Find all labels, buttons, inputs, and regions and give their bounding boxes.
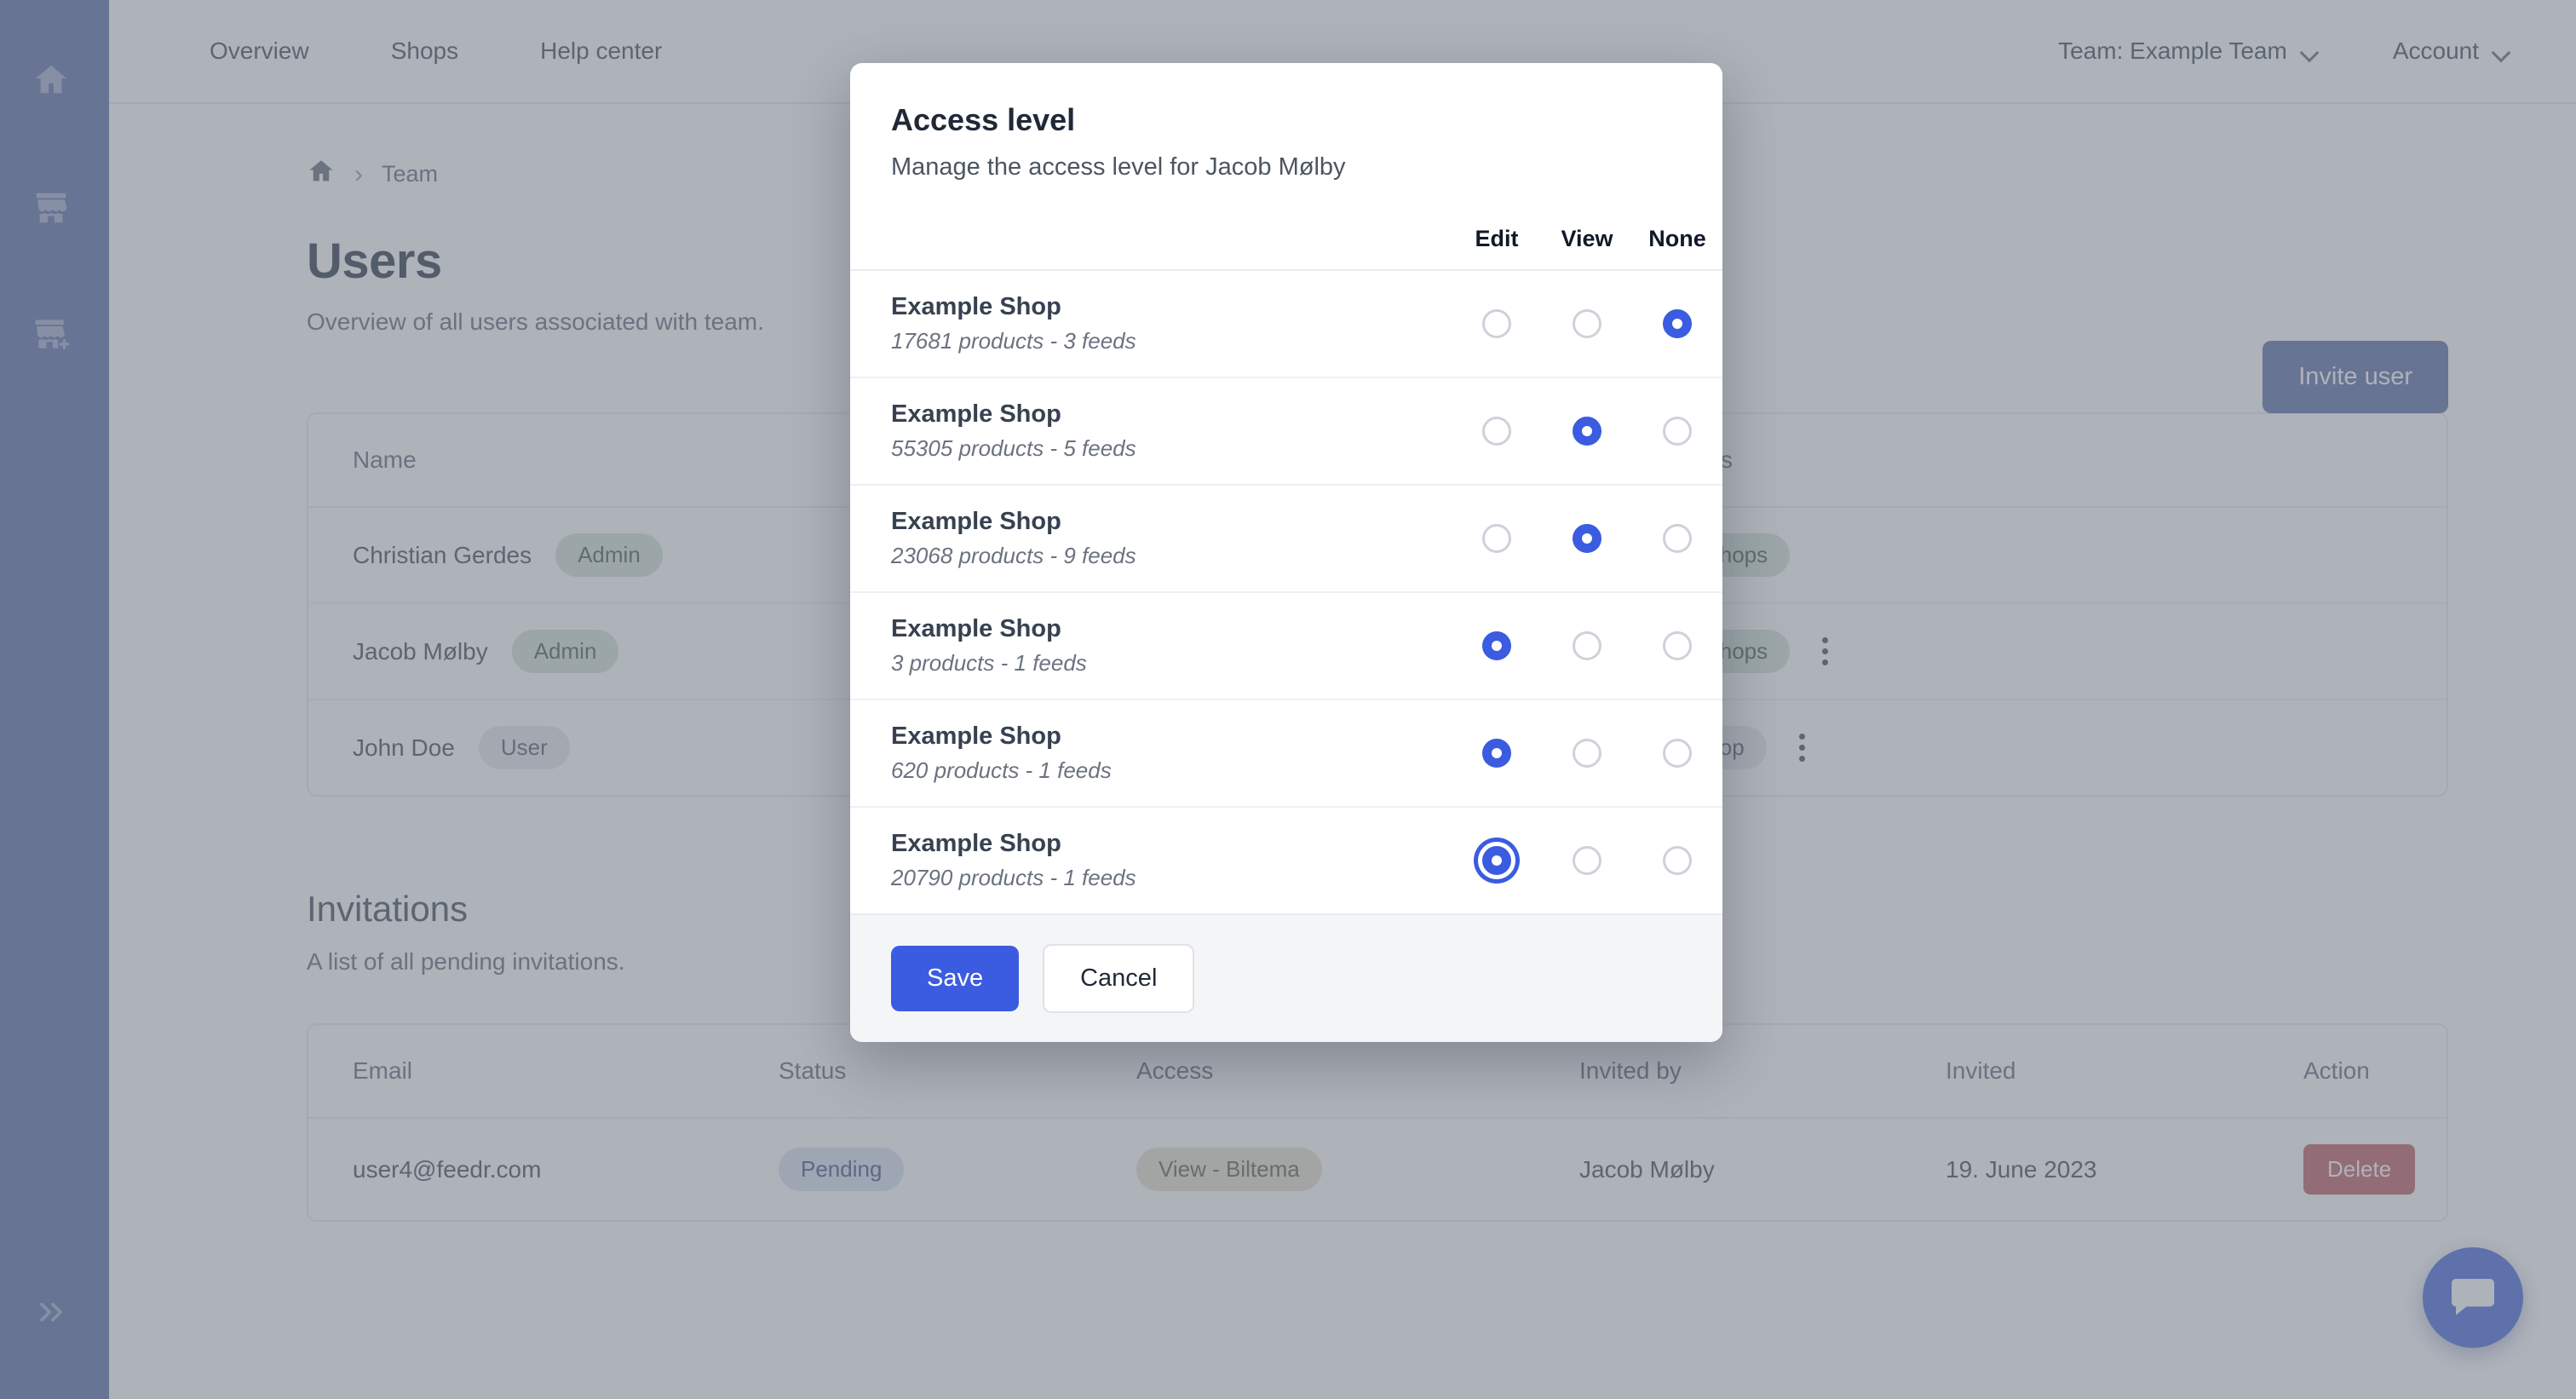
radio-cell-none [1632,377,1722,486]
shop-name: Example Shop [891,400,1061,428]
radio-edit[interactable] [1482,846,1511,875]
access-level-modal: Access level Manage the access level for… [850,63,1722,1042]
radio-cell-edit [1452,592,1542,700]
shop-access-row: Example Shop 23068 products - 9 feeds [850,485,1722,593]
radio-edit[interactable] [1482,417,1511,446]
radio-cell-view [1542,377,1632,486]
shop-meta: 620 products - 1 feeds [891,757,1112,783]
cancel-button[interactable]: Cancel [1043,944,1195,1013]
shop-access-table: Edit View None Example Shop 17681 product… [850,226,1722,913]
column-header-edit: Edit [1475,226,1519,251]
shop-name: Example Shop [891,293,1061,320]
radio-cell-none [1632,270,1722,378]
modal-header: Access level Manage the access level for… [850,63,1722,181]
shop-name: Example Shop [891,508,1061,535]
radio-cell-edit [1452,270,1542,378]
shop-meta: 20790 products - 1 feeds [891,865,1136,890]
radio-cell-edit [1452,485,1542,593]
shop-access-row: Example Shop 20790 products - 1 feeds [850,807,1722,913]
shop-access-row: Example Shop 55305 products - 5 feeds [850,377,1722,486]
shop-name: Example Shop [891,723,1061,750]
shop-meta: 3 products - 1 feeds [891,650,1087,676]
radio-none[interactable] [1663,417,1692,446]
shop-access-row: Example Shop 3 products - 1 feeds [850,592,1722,700]
shop-info-cell: Example Shop 20790 products - 1 feeds [850,807,1452,913]
radio-cell-none [1632,592,1722,700]
shop-info-cell: Example Shop 55305 products - 5 feeds [850,377,1452,486]
radio-edit[interactable] [1482,631,1511,660]
column-header-shop [850,226,1452,270]
radio-edit[interactable] [1482,524,1511,553]
radio-view[interactable] [1573,309,1601,338]
radio-view[interactable] [1573,524,1601,553]
shop-info-cell: Example Shop 620 products - 1 feeds [850,700,1452,808]
shop-info-cell: Example Shop 17681 products - 3 feeds [850,270,1452,378]
column-header-view: View [1561,226,1613,251]
table-header-row: Edit View None [850,226,1722,270]
app-root: Overview Shops Help center Team: Example… [0,0,2576,1399]
shop-meta: 23068 products - 9 feeds [891,543,1136,568]
radio-cell-view [1542,485,1632,593]
radio-cell-none [1632,807,1722,913]
radio-cell-view [1542,700,1632,808]
shop-name: Example Shop [891,615,1061,642]
radio-view[interactable] [1573,846,1601,875]
radio-cell-none [1632,700,1722,808]
shop-info-cell: Example Shop 3 products - 1 feeds [850,592,1452,700]
modal-footer: Save Cancel [850,913,1722,1042]
radio-none[interactable] [1663,631,1692,660]
radio-none[interactable] [1663,846,1692,875]
radio-view[interactable] [1573,417,1601,446]
radio-none[interactable] [1663,309,1692,338]
shop-access-row: Example Shop 17681 products - 3 feeds [850,270,1722,378]
radio-edit[interactable] [1482,309,1511,338]
radio-edit[interactable] [1482,739,1511,768]
shop-info-cell: Example Shop 23068 products - 9 feeds [850,485,1452,593]
radio-cell-edit [1452,807,1542,913]
shop-meta: 17681 products - 3 feeds [891,328,1136,354]
save-button[interactable]: Save [891,946,1020,1011]
radio-cell-view [1542,807,1632,913]
column-header-none: None [1648,226,1706,251]
radio-cell-view [1542,270,1632,378]
shop-name: Example Shop [891,830,1061,857]
radio-none[interactable] [1663,739,1692,768]
radio-view[interactable] [1573,631,1601,660]
radio-cell-none [1632,485,1722,593]
shop-access-row: Example Shop 620 products - 1 feeds [850,700,1722,808]
radio-none[interactable] [1663,524,1692,553]
radio-cell-edit [1452,377,1542,486]
shop-meta: 55305 products - 5 feeds [891,435,1136,461]
radio-cell-edit [1452,700,1542,808]
modal-title: Access level [891,102,1076,137]
radio-cell-view [1542,592,1632,700]
radio-view[interactable] [1573,739,1601,768]
modal-description: Manage the access level for Jacob Mølby [891,153,1346,181]
